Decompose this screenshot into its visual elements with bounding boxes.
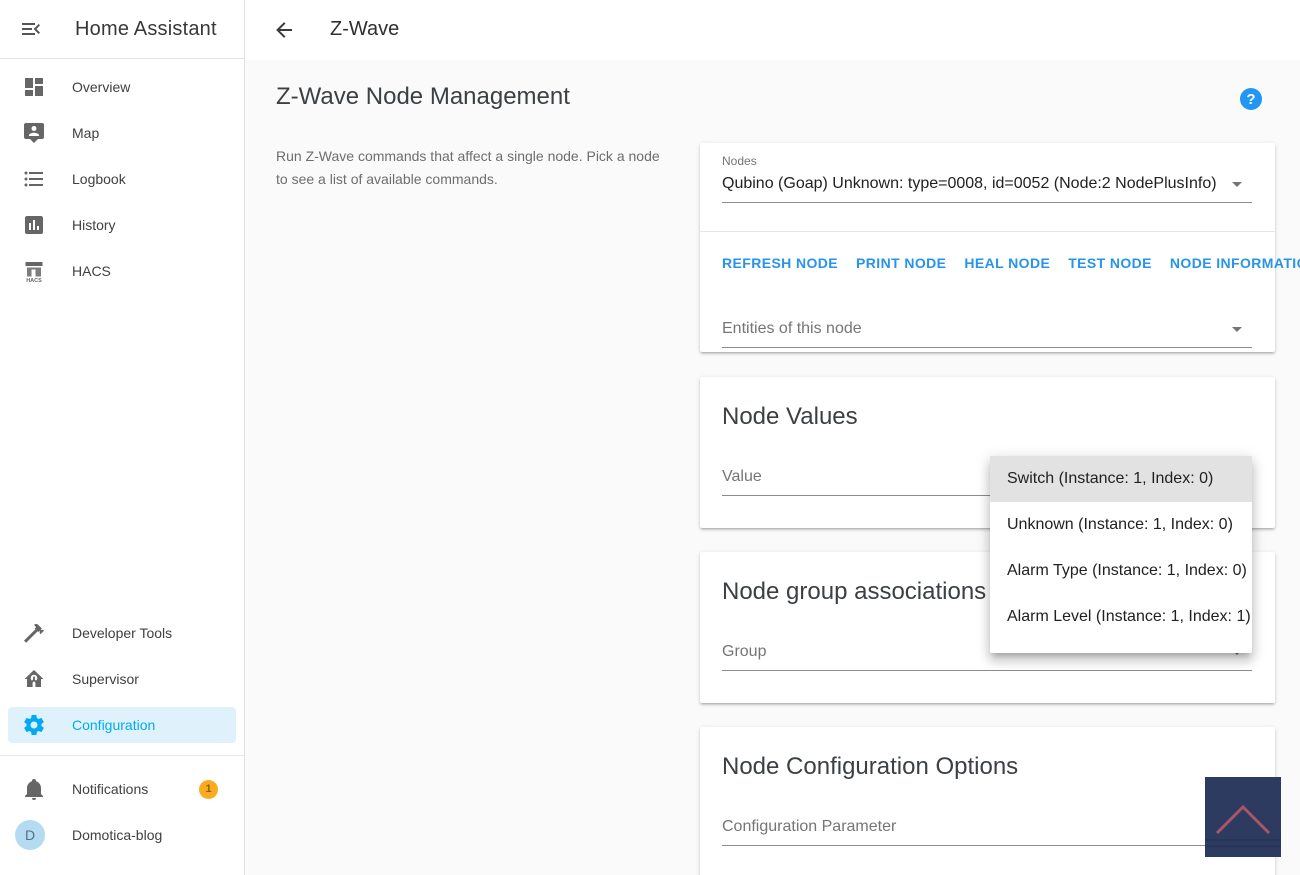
sidebar-item-developer-tools[interactable]: Developer Tools — [0, 610, 244, 656]
card-title: Node Values — [722, 403, 1252, 431]
sidebar-item-label: Supervisor — [72, 671, 139, 687]
heal-node-button[interactable]: HEAL NODE — [964, 255, 1050, 271]
sidebar: Home Assistant Overview Map Logbook Hist… — [0, 0, 245, 875]
sidebar-item-label: Logbook — [72, 171, 126, 187]
node-information-button[interactable]: NODE INFORMATION — [1170, 255, 1300, 271]
print-node-button[interactable]: PRINT NODE — [856, 255, 946, 271]
hammer-icon — [22, 621, 46, 645]
sidebar-item-supervisor[interactable]: Supervisor — [0, 656, 244, 702]
nodes-field: Nodes Qubino (Goap) Unknown: type=0008, … — [722, 154, 1252, 203]
domotica-blog-logo — [1205, 777, 1281, 857]
hacs-store-icon: HACS — [22, 259, 46, 283]
format-list-bulleted-icon — [22, 167, 46, 191]
page-description: Run Z-Wave commands that affect a single… — [276, 145, 668, 191]
sidebar-divider — [0, 755, 244, 756]
tooltip-account-icon — [22, 121, 46, 145]
sidebar-item-label: Overview — [72, 79, 130, 95]
config-options-card: Node Configuration Options Configuration… — [700, 727, 1275, 875]
sidebar-item-logbook[interactable]: Logbook — [0, 156, 244, 202]
nodes-select[interactable]: Qubino (Goap) Unknown: type=0008, id=005… — [722, 175, 1252, 203]
sidebar-item-history[interactable]: History — [0, 202, 244, 248]
sidebar-item-label: Configuration — [72, 717, 155, 733]
config-parameter-placeholder: Configuration Parameter — [722, 818, 896, 835]
app-toolbar: Z-Wave — [245, 0, 1300, 60]
dropdown-item-alarm-type[interactable]: Alarm Type (Instance: 1, Index: 0) — [990, 548, 1252, 594]
back-arrow-icon[interactable] — [272, 18, 296, 42]
avatar: D — [15, 820, 45, 850]
view-dashboard-icon — [22, 75, 46, 99]
chevron-down-icon — [1232, 327, 1242, 332]
sidebar-nav: Overview Map Logbook History HACS HACS — [0, 59, 244, 294]
sidebar-item-label: Developer Tools — [72, 625, 172, 641]
dropdown-item-switch[interactable]: Switch (Instance: 1, Index: 0) — [990, 456, 1252, 502]
home-assistant-icon — [22, 667, 46, 691]
sidebar-item-map[interactable]: Map — [0, 110, 244, 156]
sidebar-item-notifications[interactable]: Notifications 1 — [0, 766, 244, 812]
card-title: Node Configuration Options — [722, 753, 1252, 781]
node-actions: REFRESH NODE PRINT NODE HEAL NODE TEST N… — [722, 245, 1252, 281]
sidebar-item-overview[interactable]: Overview — [0, 64, 244, 110]
sidebar-item-hacs[interactable]: HACS HACS — [0, 248, 244, 294]
poll-box-icon — [22, 213, 46, 237]
test-node-button[interactable]: TEST NODE — [1068, 255, 1152, 271]
config-parameter-select[interactable]: Configuration Parameter — [722, 818, 1252, 846]
svg-text:HACS: HACS — [26, 278, 42, 283]
sidebar-item-configuration[interactable]: Configuration — [8, 707, 236, 743]
app-title: Home Assistant — [75, 18, 217, 41]
bell-icon — [22, 777, 46, 801]
notification-badge: 1 — [199, 780, 218, 799]
toolbar-title: Z-Wave — [330, 18, 399, 41]
value-select-placeholder: Value — [722, 468, 762, 485]
refresh-node-button[interactable]: REFRESH NODE — [722, 255, 838, 271]
group-select-placeholder: Group — [722, 643, 766, 660]
sidebar-item-label: Map — [72, 125, 99, 141]
menu-open-icon[interactable] — [19, 17, 43, 41]
dropdown-item-unknown[interactable]: Unknown (Instance: 1, Index: 0) — [990, 502, 1252, 548]
sidebar-header: Home Assistant — [0, 0, 244, 59]
help-icon[interactable]: ? — [1240, 88, 1262, 110]
entities-select-placeholder: Entities of this node — [722, 320, 862, 337]
content-area: Z-Wave Node Management ? Run Z-Wave comm… — [245, 60, 1300, 875]
nodes-select-value: Qubino (Goap) Unknown: type=0008, id=005… — [722, 175, 1217, 192]
card-divider — [700, 231, 1275, 232]
sidebar-item-label: Domotica-blog — [72, 827, 162, 843]
nodes-card: Nodes Qubino (Goap) Unknown: type=0008, … — [700, 143, 1275, 352]
dropdown-item-alarm-level[interactable]: Alarm Level (Instance: 1, Index: 1) — [990, 594, 1252, 640]
page-title: Z-Wave Node Management — [276, 83, 570, 111]
sidebar-item-label: HACS — [72, 263, 111, 279]
gear-icon — [22, 713, 46, 737]
sidebar-item-label: Notifications — [72, 781, 148, 797]
value-dropdown-menu: Switch (Instance: 1, Index: 0) Unknown (… — [990, 456, 1252, 653]
chevron-down-icon — [1232, 182, 1242, 187]
nodes-field-label: Nodes — [722, 154, 1252, 168]
sidebar-item-profile[interactable]: D Domotica-blog — [0, 812, 244, 858]
entities-select[interactable]: Entities of this node — [722, 320, 1252, 348]
sidebar-bottom: Developer Tools Supervisor Configuration… — [0, 610, 244, 858]
sidebar-item-label: History — [72, 217, 116, 233]
